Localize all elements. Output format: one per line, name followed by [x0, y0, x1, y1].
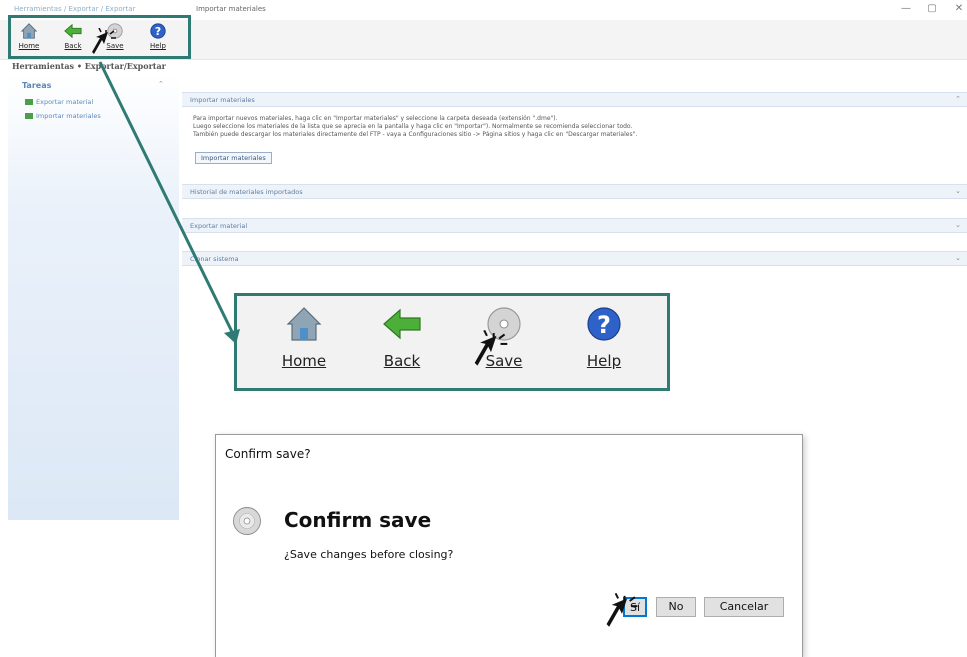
panel-title: Historial de materiales importados	[190, 188, 303, 196]
expand-icon[interactable]: ⌄	[955, 221, 961, 229]
home-icon	[286, 307, 322, 341]
confirm-save-dialog: Confirm save? Confirm save ¿Save changes…	[215, 434, 803, 657]
dialog-message: ¿Save changes before closing?	[284, 548, 454, 561]
dialog-heading: Confirm save	[284, 508, 432, 532]
collapse-icon[interactable]: ⌃	[955, 95, 961, 103]
zoom-back-button[interactable]: Back	[367, 304, 437, 370]
dialog-title: Confirm save?	[225, 447, 311, 461]
panel-header-exportar[interactable]: Exportar material ⌄	[182, 218, 967, 233]
help-icon: ?	[587, 307, 621, 341]
disc-icon	[233, 507, 261, 535]
export-icon	[25, 99, 33, 105]
sidebar-collapse-icon[interactable]: ⌃	[158, 80, 164, 88]
import-instructions: Para importar nuevos materiales, haga cl…	[193, 115, 637, 139]
home-label: Home	[281, 352, 327, 370]
minimize-button[interactable]: —	[899, 3, 913, 14]
sidebar-item-exportar-material[interactable]: Exportar material	[25, 98, 93, 106]
back-arrow-icon	[383, 308, 421, 340]
instruction-line: También puede descargar los materiales d…	[193, 131, 638, 138]
maximize-button[interactable]: ▢	[925, 3, 939, 14]
sidebar: Tareas ⌃ Exportar material Importar mate…	[8, 74, 179, 520]
back-label: Back	[383, 352, 421, 370]
zoom-help-button[interactable]: ? Help	[569, 304, 639, 370]
sidebar-item-label: Importar materiales	[36, 112, 101, 120]
panel-header-historial[interactable]: Historial de materiales importados ⌄	[182, 184, 967, 199]
window-title: Importar materiales	[196, 5, 266, 13]
expand-icon[interactable]: ⌄	[955, 187, 961, 195]
cancel-button[interactable]: Cancelar	[704, 597, 784, 617]
panel-header-clonar[interactable]: Clonar sistema ⌄	[182, 251, 967, 266]
panel-title: Clonar sistema	[190, 255, 239, 263]
panel-title: Importar materiales	[190, 96, 255, 104]
expand-icon[interactable]: ⌄	[955, 254, 961, 262]
import-icon	[25, 113, 33, 119]
sidebar-item-label: Exportar material	[36, 98, 94, 106]
zoomed-toolbar: Home Back Save ? Help	[234, 293, 670, 391]
click-cursor-icon	[92, 28, 116, 54]
window-title-path: Herramientas / Exportar / Exportar	[14, 5, 136, 13]
panel-header-importar[interactable]: Importar materiales ⌃	[182, 92, 967, 107]
zoom-home-button[interactable]: Home	[269, 304, 339, 370]
no-button[interactable]: No	[656, 597, 696, 617]
sidebar-title: Tareas	[22, 81, 52, 90]
instruction-line: Para importar nuevos materiales, haga cl…	[193, 115, 558, 122]
close-button[interactable]: ✕	[952, 3, 966, 14]
breadcrumb: Herramientas • Exportar/Exportar	[12, 61, 166, 71]
click-cursor-icon	[606, 593, 638, 627]
sidebar-item-importar-materiales[interactable]: Importar materiales	[25, 112, 101, 120]
panel-title: Exportar material	[190, 222, 248, 230]
click-cursor-icon	[474, 330, 508, 366]
help-label: Help	[586, 352, 622, 370]
import-materials-button[interactable]: Importar materiales	[195, 152, 272, 164]
svg-text:?: ?	[597, 311, 611, 339]
instruction-line: Luego seleccione los materiales de la li…	[193, 123, 633, 130]
